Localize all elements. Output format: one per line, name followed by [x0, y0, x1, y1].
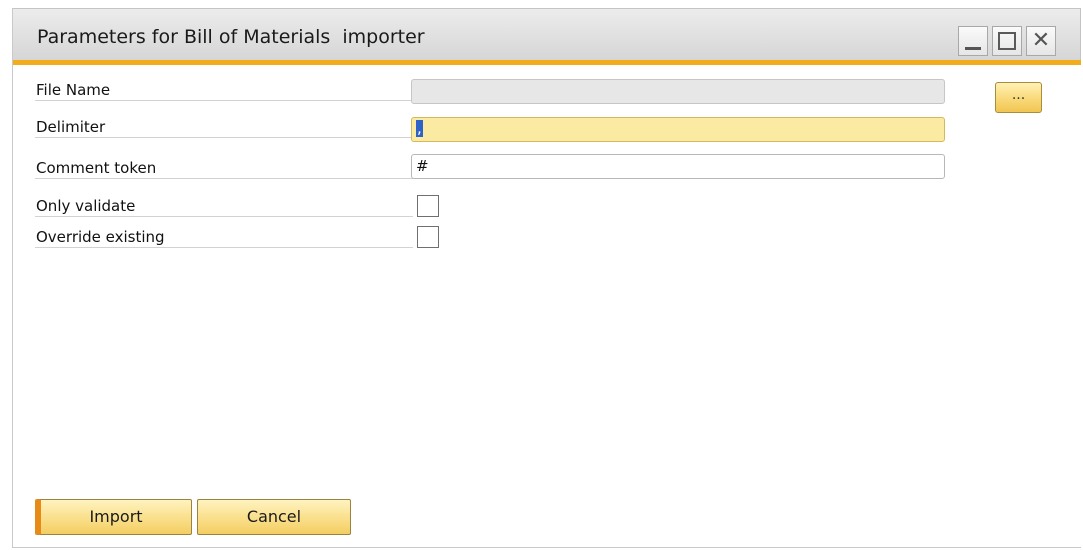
delimiter-value: ,: [416, 119, 423, 137]
only-validate-checkbox[interactable]: [417, 195, 439, 217]
minimize-icon: [965, 47, 981, 50]
cancel-button[interactable]: Cancel: [197, 499, 351, 535]
comment-token-label: Comment token: [35, 158, 413, 179]
file-name-label: File Name: [35, 80, 413, 101]
only-validate-label: Only validate: [35, 196, 413, 217]
window-title: Parameters for Bill of Materials importe…: [37, 26, 425, 48]
delimiter-label: Delimiter: [35, 117, 413, 138]
close-button[interactable]: ✕: [1026, 26, 1056, 56]
override-existing-checkbox[interactable]: [417, 226, 439, 248]
title-bar[interactable]: Parameters for Bill of Materials importe…: [13, 8, 1081, 60]
maximize-button[interactable]: [992, 26, 1022, 56]
title-accent-line: [13, 60, 1081, 65]
importer-dialog: Parameters for Bill of Materials importe…: [12, 8, 1081, 548]
import-button[interactable]: Import: [35, 499, 192, 535]
close-icon: ✕: [1031, 28, 1051, 53]
override-existing-label: Override existing: [35, 227, 413, 248]
comment-token-field[interactable]: #: [411, 154, 945, 179]
minimize-button[interactable]: [958, 26, 988, 56]
maximize-icon: [998, 32, 1016, 50]
delimiter-field[interactable]: ,: [411, 117, 945, 142]
file-name-field: [411, 79, 945, 104]
browse-button[interactable]: ...: [995, 82, 1042, 113]
